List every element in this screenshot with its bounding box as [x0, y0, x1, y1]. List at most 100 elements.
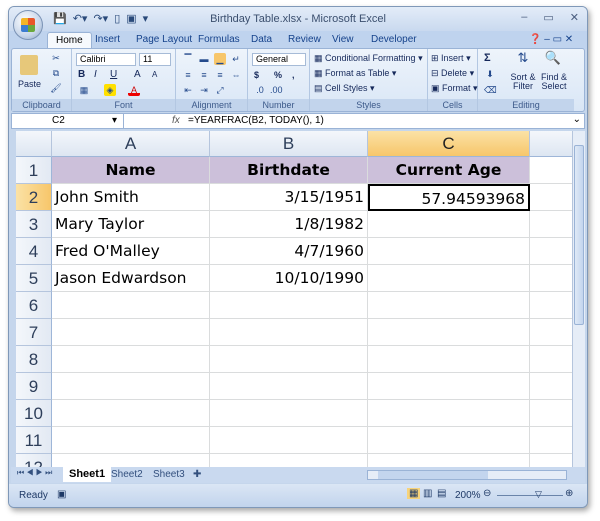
tab-review[interactable]: Review [288, 34, 321, 45]
fill-icon[interactable]: ⬇ [484, 68, 496, 80]
print-preview-icon[interactable]: ▣ [126, 12, 136, 25]
copy-icon[interactable]: ⧉ [50, 67, 62, 79]
customize-qat-icon[interactable]: ▾ [143, 12, 149, 25]
percent-button[interactable]: % [274, 70, 282, 80]
name-box-dropdown-icon[interactable]: ▾ [112, 114, 117, 128]
cell[interactable] [530, 373, 572, 400]
cell[interactable] [210, 319, 368, 346]
cell[interactable] [530, 184, 572, 211]
cell[interactable] [368, 238, 530, 265]
cell[interactable]: Mary Taylor [52, 211, 210, 238]
decrease-indent-icon[interactable]: ⇤ [182, 84, 194, 96]
cell[interactable] [52, 373, 210, 400]
cell[interactable] [368, 427, 530, 454]
zoom-level[interactable]: 200% [455, 490, 481, 501]
cell[interactable] [52, 346, 210, 373]
column-header-c[interactable]: C [368, 131, 530, 157]
expand-formula-bar-icon[interactable]: ⌄ [573, 114, 581, 125]
wrap-text-icon[interactable]: ↵ [230, 53, 242, 65]
row-header[interactable]: 12 [16, 454, 52, 467]
cell[interactable] [530, 211, 572, 238]
minimize-button[interactable]: – [521, 11, 527, 24]
vertical-scrollbar[interactable] [572, 131, 585, 467]
zoom-out-icon[interactable]: ⊖ [483, 488, 491, 499]
grow-font-button[interactable]: A [134, 69, 141, 80]
cell[interactable] [368, 319, 530, 346]
cell[interactable] [368, 211, 530, 238]
close-button[interactable]: ✕ [570, 11, 579, 24]
italic-button[interactable]: I [94, 69, 97, 80]
row-header[interactable]: 3 [16, 211, 52, 238]
align-left-icon[interactable]: ≡ [182, 69, 194, 81]
cell[interactable] [530, 292, 572, 319]
tab-formulas[interactable]: Formulas [198, 34, 240, 45]
cell[interactable] [368, 292, 530, 319]
row-header[interactable]: 1 [16, 157, 52, 184]
new-icon[interactable]: ▯ [114, 12, 120, 25]
cell[interactable]: John Smith [52, 184, 210, 211]
cell[interactable] [530, 265, 572, 292]
horizontal-scroll-thumb[interactable] [378, 471, 488, 479]
undo-icon[interactable]: ↶▾ [73, 12, 88, 25]
currency-button[interactable]: $ [254, 70, 259, 80]
format-painter-icon[interactable]: 🖌 [50, 82, 62, 94]
comma-button[interactable]: , [292, 70, 295, 80]
row-header[interactable]: 11 [16, 427, 52, 454]
cell[interactable] [368, 454, 530, 467]
cell[interactable] [52, 454, 210, 467]
select-all-corner[interactable] [16, 131, 52, 157]
bold-button[interactable]: B [78, 69, 85, 80]
save-icon[interactable]: 💾 [53, 12, 67, 25]
tab-home[interactable]: Home [47, 32, 92, 48]
underline-button[interactable]: U [110, 69, 117, 80]
normal-view-icon[interactable]: ▦ [407, 488, 421, 499]
orientation-icon[interactable]: ⤢ [214, 84, 226, 96]
column-header-b[interactable]: B [210, 131, 368, 157]
paste-button[interactable]: Paste [18, 79, 41, 89]
row-header[interactable]: 10 [16, 400, 52, 427]
sort-filter-button[interactable]: Sort & Filter [508, 73, 538, 91]
cut-icon[interactable]: ✂ [50, 52, 62, 64]
format-cells-button[interactable]: ▣ Format ▾ [431, 83, 478, 94]
tab-developer[interactable]: Developer [371, 34, 417, 45]
align-right-icon[interactable]: ≡ [214, 69, 226, 81]
font-size-select[interactable]: 11 [139, 53, 171, 66]
shrink-font-button[interactable]: A [152, 70, 157, 79]
cell[interactable] [52, 400, 210, 427]
zoom-slider-thumb[interactable]: ▽ [535, 489, 542, 500]
paste-icon[interactable] [20, 55, 38, 75]
cell[interactable]: 3/15/1951 [210, 184, 368, 211]
office-button[interactable] [13, 10, 43, 40]
cell[interactable] [530, 454, 572, 467]
help-icon[interactable]: ❓ – ▭ ✕ [529, 34, 573, 45]
tab-data[interactable]: Data [251, 34, 272, 45]
tab-insert[interactable]: Insert [95, 34, 120, 45]
cell[interactable] [530, 346, 572, 373]
cell-styles-button[interactable]: ▤ Cell Styles ▾ [314, 83, 375, 94]
insert-sheet-icon[interactable]: ✚ [187, 467, 207, 482]
zoom-in-icon[interactable]: ⊕ [565, 488, 573, 499]
maximize-button[interactable]: ▭ [543, 11, 553, 24]
sheet-tab-sheet1[interactable]: Sheet1 [63, 467, 112, 482]
column-header-d[interactable] [530, 131, 572, 157]
cell[interactable]: Jason Edwardson [52, 265, 210, 292]
tab-page-layout[interactable]: Page Layout [136, 34, 192, 45]
page-layout-view-icon[interactable]: ▥ [423, 488, 432, 499]
cell[interactable]: Fred O'Malley [52, 238, 210, 265]
sheet-nav-icon[interactable]: ⏮ ◀ ▶ ⏭ [17, 468, 52, 478]
insert-function-button[interactable]: fx [172, 115, 180, 126]
align-top-icon[interactable]: ▔ [182, 53, 194, 65]
number-format-select[interactable]: General [252, 53, 306, 66]
cell[interactable] [210, 454, 368, 467]
cell[interactable]: 1/8/1982 [210, 211, 368, 238]
conditional-formatting-button[interactable]: ▦ Conditional Formatting ▾ [314, 53, 423, 64]
row-header[interactable]: 6 [16, 292, 52, 319]
cell[interactable] [368, 373, 530, 400]
cell[interactable] [210, 427, 368, 454]
font-name-select[interactable]: Calibri [76, 53, 136, 66]
cell[interactable] [52, 292, 210, 319]
cell[interactable] [368, 346, 530, 373]
clear-icon[interactable]: ⌫ [484, 84, 497, 96]
row-header[interactable]: 8 [16, 346, 52, 373]
row-header[interactable]: 7 [16, 319, 52, 346]
